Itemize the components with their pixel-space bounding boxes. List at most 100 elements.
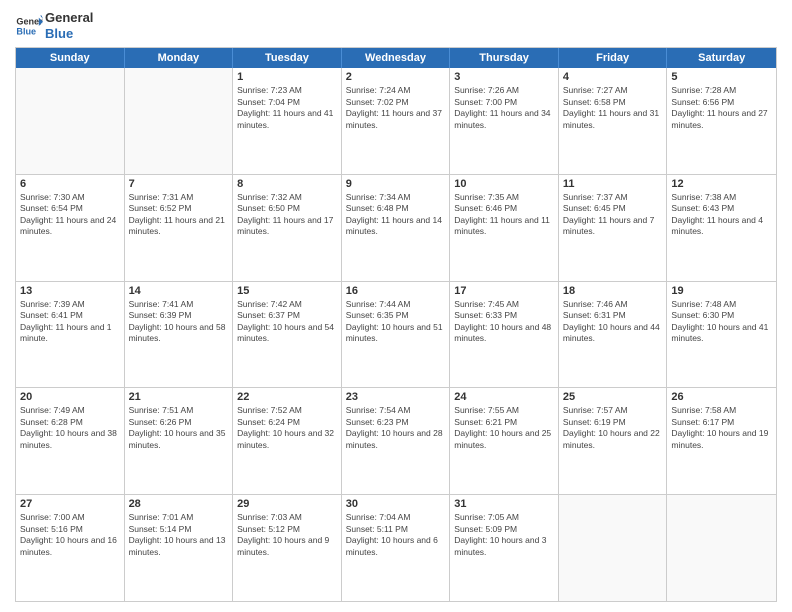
cal-cell: 29Sunrise: 7:03 AMSunset: 5:12 PMDayligh…: [233, 495, 342, 601]
daylight-line: Daylight: 11 hours and 24 minutes.: [20, 215, 120, 238]
sunrise-line: Sunrise: 7:38 AM: [671, 192, 772, 203]
daylight-line: Daylight: 11 hours and 17 minutes.: [237, 215, 337, 238]
day-number: 16: [346, 285, 446, 297]
sunrise-line: Sunrise: 7:26 AM: [454, 85, 554, 96]
daylight-line: Daylight: 10 hours and 19 minutes.: [671, 428, 772, 451]
sunset-line: Sunset: 6:24 PM: [237, 417, 337, 428]
daylight-line: Daylight: 10 hours and 13 minutes.: [129, 535, 229, 558]
daylight-line: Daylight: 11 hours and 1 minute.: [20, 322, 120, 345]
cal-cell: 23Sunrise: 7:54 AMSunset: 6:23 PMDayligh…: [342, 388, 451, 494]
sunrise-line: Sunrise: 7:03 AM: [237, 512, 337, 523]
sunrise-line: Sunrise: 7:42 AM: [237, 299, 337, 310]
day-number: 6: [20, 178, 120, 190]
day-number: 23: [346, 391, 446, 403]
day-header-saturday: Saturday: [667, 48, 776, 68]
sunset-line: Sunset: 5:14 PM: [129, 524, 229, 535]
daylight-line: Daylight: 11 hours and 4 minutes.: [671, 215, 772, 238]
daylight-line: Daylight: 10 hours and 58 minutes.: [129, 322, 229, 345]
week-row-3: 13Sunrise: 7:39 AMSunset: 6:41 PMDayligh…: [16, 282, 776, 389]
sunset-line: Sunset: 7:00 PM: [454, 97, 554, 108]
cal-cell: 24Sunrise: 7:55 AMSunset: 6:21 PMDayligh…: [450, 388, 559, 494]
cal-cell: [16, 68, 125, 174]
daylight-line: Daylight: 11 hours and 37 minutes.: [346, 108, 446, 131]
cal-cell: 6Sunrise: 7:30 AMSunset: 6:54 PMDaylight…: [16, 175, 125, 281]
sunrise-line: Sunrise: 7:23 AM: [237, 85, 337, 96]
daylight-line: Daylight: 10 hours and 48 minutes.: [454, 322, 554, 345]
cal-cell: [125, 68, 234, 174]
sunset-line: Sunset: 7:02 PM: [346, 97, 446, 108]
cal-cell: 5Sunrise: 7:28 AMSunset: 6:56 PMDaylight…: [667, 68, 776, 174]
sunrise-line: Sunrise: 7:51 AM: [129, 405, 229, 416]
cal-cell: 28 Sunrise: 7:01 AMSunset: 5:14 PMDayligh…: [125, 495, 234, 601]
day-number: 27: [20, 498, 120, 510]
daylight-line: Daylight: 10 hours and 3 minutes.: [454, 535, 554, 558]
daylight-line: Daylight: 11 hours and 21 minutes.: [129, 215, 229, 238]
day-number: 12: [671, 178, 772, 190]
day-number: 24: [454, 391, 554, 403]
svg-text:Blue: Blue: [16, 26, 36, 36]
daylight-line: Daylight: 10 hours and 6 minutes.: [346, 535, 446, 558]
cal-cell: 4Sunrise: 7:27 AMSunset: 6:58 PMDaylight…: [559, 68, 668, 174]
header: General Blue General Blue: [15, 10, 777, 41]
sunset-line: Sunset: 6:46 PM: [454, 203, 554, 214]
sunset-line: Sunset: 5:09 PM: [454, 524, 554, 535]
sunset-line: Sunset: 6:37 PM: [237, 310, 337, 321]
week-row-5: 27Sunrise: 7:00 AMSunset: 5:16 PMDayligh…: [16, 495, 776, 601]
day-number: 19: [671, 285, 772, 297]
sunset-line: Sunset: 6:54 PM: [20, 203, 120, 214]
daylight-line: Daylight: 11 hours and 14 minutes.: [346, 215, 446, 238]
cal-cell: 31Sunrise: 7:05 AMSunset: 5:09 PMDayligh…: [450, 495, 559, 601]
cal-cell: 14Sunrise: 7:41 AMSunset: 6:39 PMDayligh…: [125, 282, 234, 388]
sunset-line: Sunset: 6:35 PM: [346, 310, 446, 321]
sunrise-line: Sunrise: 7:35 AM: [454, 192, 554, 203]
sunrise-line: Sunrise: 7:27 AM: [563, 85, 663, 96]
day-header-wednesday: Wednesday: [342, 48, 451, 68]
day-number: 28: [129, 498, 229, 510]
cal-cell: 7Sunrise: 7:31 AMSunset: 6:52 PMDaylight…: [125, 175, 234, 281]
cal-cell: 8Sunrise: 7:32 AMSunset: 6:50 PMDaylight…: [233, 175, 342, 281]
sunset-line: Sunset: 6:31 PM: [563, 310, 663, 321]
sunset-line: Sunset: 6:21 PM: [454, 417, 554, 428]
day-number: 4: [563, 71, 663, 83]
cal-cell: 11Sunrise: 7:37 AMSunset: 6:45 PMDayligh…: [559, 175, 668, 281]
page: General Blue General Blue SundayMondayTu…: [0, 0, 792, 612]
daylight-line: Daylight: 10 hours and 38 minutes.: [20, 428, 120, 451]
day-number: 5: [671, 71, 772, 83]
daylight-line: Daylight: 10 hours and 22 minutes.: [563, 428, 663, 451]
cal-cell: 15 Sunrise: 7:42 AMSunset: 6:37 PMDayligh…: [233, 282, 342, 388]
day-header-tuesday: Tuesday: [233, 48, 342, 68]
logo-text: General Blue: [45, 10, 93, 41]
daylight-line: Daylight: 10 hours and 32 minutes.: [237, 428, 337, 451]
day-number: 15: [237, 285, 337, 297]
sunset-line: Sunset: 6:58 PM: [563, 97, 663, 108]
daylight-line: Daylight: 11 hours and 11 minutes.: [454, 215, 554, 238]
cal-cell: 1Sunrise: 7:23 AMSunset: 7:04 PMDaylight…: [233, 68, 342, 174]
cal-cell: 3Sunrise: 7:26 AMSunset: 7:00 PMDaylight…: [450, 68, 559, 174]
day-number: 3: [454, 71, 554, 83]
sunset-line: Sunset: 6:33 PM: [454, 310, 554, 321]
daylight-line: Daylight: 10 hours and 41 minutes.: [671, 322, 772, 345]
day-header-sunday: Sunday: [16, 48, 125, 68]
day-number: 30: [346, 498, 446, 510]
week-row-4: 20Sunrise: 7:49 AMSunset: 6:28 PMDayligh…: [16, 388, 776, 495]
daylight-line: Daylight: 10 hours and 35 minutes.: [129, 428, 229, 451]
daylight-line: Daylight: 10 hours and 54 minutes.: [237, 322, 337, 345]
cal-cell: 9Sunrise: 7:34 AMSunset: 6:48 PMDaylight…: [342, 175, 451, 281]
day-header-friday: Friday: [559, 48, 668, 68]
day-number: 18: [563, 285, 663, 297]
daylight-line: Daylight: 11 hours and 27 minutes.: [671, 108, 772, 131]
cal-cell: 12Sunrise: 7:38 AMSunset: 6:43 PMDayligh…: [667, 175, 776, 281]
sunrise-line: Sunrise: 7:58 AM: [671, 405, 772, 416]
sunrise-line: Sunrise: 7:34 AM: [346, 192, 446, 203]
day-number: 25: [563, 391, 663, 403]
sunrise-line: Sunrise: 7:32 AM: [237, 192, 337, 203]
calendar-header: SundayMondayTuesdayWednesdayThursdayFrid…: [16, 48, 776, 68]
logo: General Blue General Blue: [15, 10, 93, 41]
daylight-line: Daylight: 11 hours and 41 minutes.: [237, 108, 337, 131]
calendar: SundayMondayTuesdayWednesdayThursdayFrid…: [15, 47, 777, 602]
sunrise-line: Sunrise: 7:37 AM: [563, 192, 663, 203]
cal-cell: 2Sunrise: 7:24 AMSunset: 7:02 PMDaylight…: [342, 68, 451, 174]
sunrise-line: Sunrise: 7:01 AM: [129, 512, 229, 523]
logo-icon: General Blue: [15, 12, 43, 40]
week-row-1: 1Sunrise: 7:23 AMSunset: 7:04 PMDaylight…: [16, 68, 776, 175]
